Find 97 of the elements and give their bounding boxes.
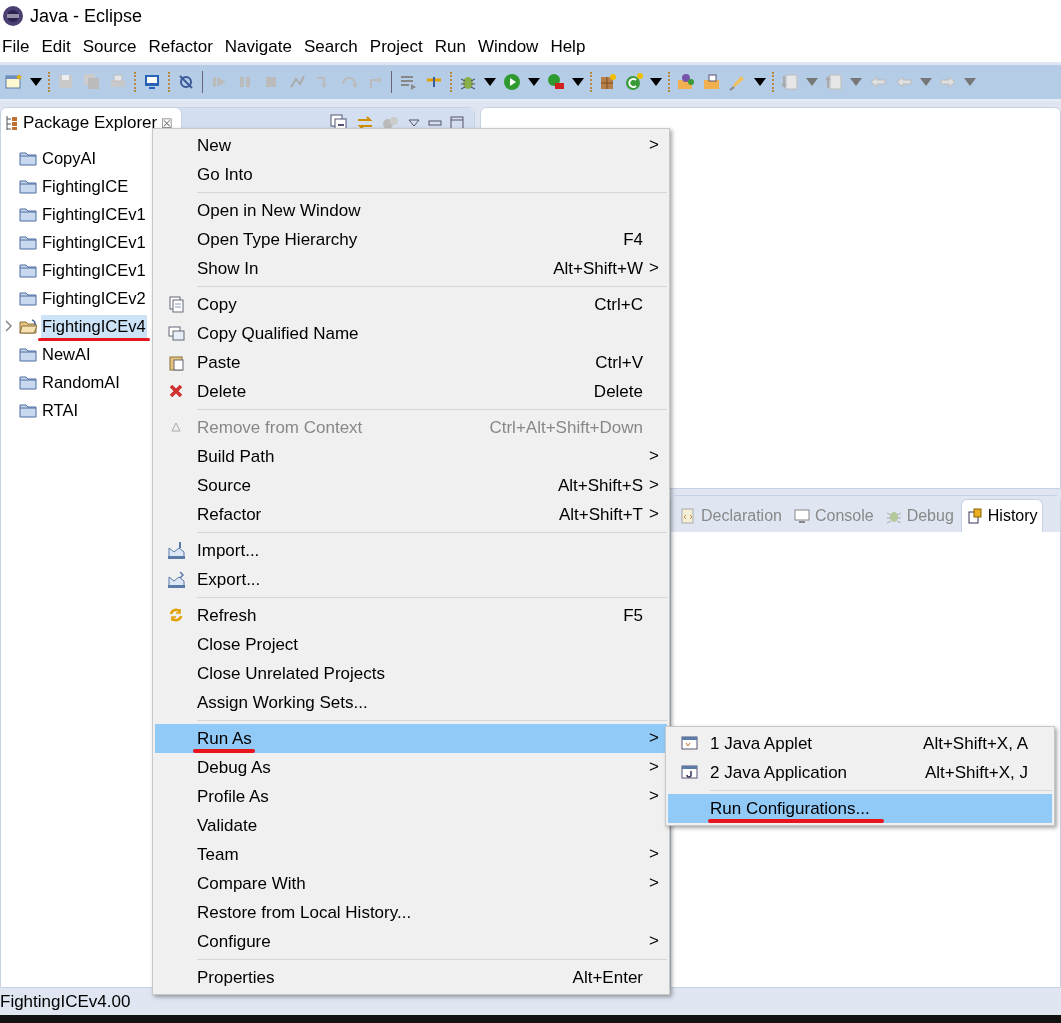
project-name[interactable]: NewAI — [41, 342, 92, 366]
previous-annotation-icon[interactable] — [824, 72, 844, 92]
menu-item[interactable]: Compare With > — [155, 869, 667, 898]
view-tab[interactable]: History — [960, 499, 1043, 532]
run-external-icon[interactable] — [546, 72, 566, 92]
submenu-arrow-icon: > — [649, 844, 659, 864]
history-icon — [965, 507, 984, 525]
menu-item[interactable]: Run Configurations... — [668, 794, 1052, 823]
dropdown-arrow-icon[interactable] — [754, 78, 766, 86]
menu-item[interactable]: Copy Qualified Name — [155, 319, 667, 348]
menu-item[interactable]: Refresh F5 — [155, 601, 667, 630]
menu-item[interactable]: Copy Ctrl+C — [155, 290, 667, 319]
project-name[interactable]: FightingICEv1 — [41, 202, 147, 226]
menu-item[interactable]: Go Into — [155, 160, 667, 189]
menu-item[interactable]: Configure > — [155, 927, 667, 956]
menu-item[interactable]: Delete Delete — [155, 377, 667, 406]
refresh-icon — [167, 607, 185, 624]
copy-icon — [167, 325, 185, 342]
menu-item[interactable]: Assign Working Sets... — [155, 688, 667, 717]
project-name[interactable]: CopyAI — [41, 146, 98, 170]
submenu-arrow-icon: > — [649, 504, 659, 524]
menu-item[interactable]: Window — [477, 37, 545, 57]
window-title: Java - Eclipse — [30, 5, 143, 27]
menu-item[interactable]: Close Project — [155, 630, 667, 659]
menu-item[interactable]: Source Alt+Shift+S > — [155, 471, 667, 500]
submenu-arrow-icon: > — [649, 135, 659, 155]
menu-item[interactable]: Project — [369, 37, 429, 57]
package-tree-icon — [5, 115, 19, 131]
project-name[interactable]: FightingICEv2 — [41, 286, 147, 310]
open-type-icon[interactable] — [676, 72, 696, 92]
submenu-arrow-icon: > — [649, 757, 659, 777]
menu-item[interactable]: Profile As > — [155, 782, 667, 811]
declaration-icon — [679, 507, 697, 525]
view-menu-icon[interactable] — [408, 119, 420, 127]
dropdown-arrow-icon[interactable] — [528, 78, 540, 86]
menu-item[interactable]: Edit — [41, 37, 77, 57]
status-text: FightingICEv4.00 — [0, 991, 131, 1012]
copy-icon — [167, 296, 185, 313]
menu-item[interactable]: File — [2, 37, 36, 57]
menu-item[interactable]: Close Unrelated Projects — [155, 659, 667, 688]
project-name[interactable]: FightingICEv1 — [41, 230, 147, 254]
dropdown-arrow-icon[interactable] — [572, 78, 584, 86]
project-name[interactable]: RandomAI — [41, 370, 121, 394]
monitor-icon[interactable] — [142, 72, 162, 92]
menu-item[interactable]: Source — [82, 37, 143, 57]
menu-item[interactable]: 1 Java Applet Alt+Shift+X, A — [668, 729, 1052, 758]
menu-item[interactable]: 2 Java Application Alt+Shift+X, J — [668, 758, 1052, 787]
run-icon[interactable] — [502, 72, 522, 92]
new-package-icon[interactable] — [598, 72, 618, 92]
menu-item[interactable]: Refactor — [148, 37, 219, 57]
delete-icon — [167, 383, 185, 400]
submenu-arrow-icon: > — [649, 786, 659, 806]
menu-item[interactable]: Run As > — [155, 724, 667, 753]
menu-item[interactable]: Navigate — [224, 37, 298, 57]
menu-item[interactable]: Refactor Alt+Shift+T > — [155, 500, 667, 529]
menu-item[interactable]: Show In Alt+Shift+W > — [155, 254, 667, 283]
console-icon — [792, 507, 811, 525]
applet-icon — [680, 735, 698, 752]
menu-item[interactable]: Export... — [155, 565, 667, 594]
paste-icon — [167, 354, 185, 371]
import-icon — [167, 542, 185, 559]
view-tab[interactable]: Package Explorer ☒ — [1, 108, 183, 138]
maximize-icon[interactable] — [450, 116, 464, 130]
menu-item[interactable]: Restore from Local History... — [155, 898, 667, 927]
java-app-icon — [680, 764, 698, 781]
project-name[interactable]: FightingICEv1 — [41, 258, 147, 282]
minimize-icon[interactable] — [428, 119, 442, 127]
submenu-arrow-icon: > — [649, 931, 659, 951]
menu-item[interactable]: Run — [434, 37, 472, 57]
dropdown-arrow-icon[interactable] — [484, 78, 496, 86]
menu-item[interactable]: Validate — [155, 811, 667, 840]
menu-item[interactable]: Open in New Window — [155, 196, 667, 225]
menu-item[interactable]: Debug As > — [155, 753, 667, 782]
menu-item[interactable]: Search — [303, 37, 364, 57]
next-annotation-icon[interactable] — [780, 72, 800, 92]
menu-item[interactable]: Paste Ctrl+V — [155, 348, 667, 377]
submenu-arrow-icon: > — [649, 873, 659, 893]
submenu-arrow-icon: > — [649, 446, 659, 466]
dropdown-arrow-icon[interactable] — [30, 78, 42, 86]
export-icon — [167, 571, 185, 588]
submenu-arrow-icon: > — [649, 475, 659, 495]
menu-item[interactable]: Team > — [155, 840, 667, 869]
project-name[interactable]: FightingICEv4 — [41, 314, 147, 338]
annotation-underline — [193, 749, 255, 753]
menu-item[interactable]: Help — [550, 37, 592, 57]
project-name[interactable]: FightingICE — [41, 174, 130, 198]
dropdown-arrow-icon[interactable] — [650, 78, 662, 86]
new-window-icon[interactable] — [4, 72, 24, 92]
menu-item[interactable]: Import... — [155, 536, 667, 565]
menu-item[interactable]: Build Path > — [155, 442, 667, 471]
new-class-icon[interactable] — [624, 72, 644, 92]
menu-item[interactable]: Properties Alt+Enter — [155, 963, 667, 992]
project-name[interactable]: RTAI — [41, 398, 80, 422]
menu-item[interactable]: Open Type Hierarchy F4 — [155, 225, 667, 254]
submenu-arrow-icon: > — [649, 728, 659, 748]
close-icon[interactable]: ☒ — [161, 115, 174, 131]
submenu-arrow-icon: > — [649, 258, 659, 278]
